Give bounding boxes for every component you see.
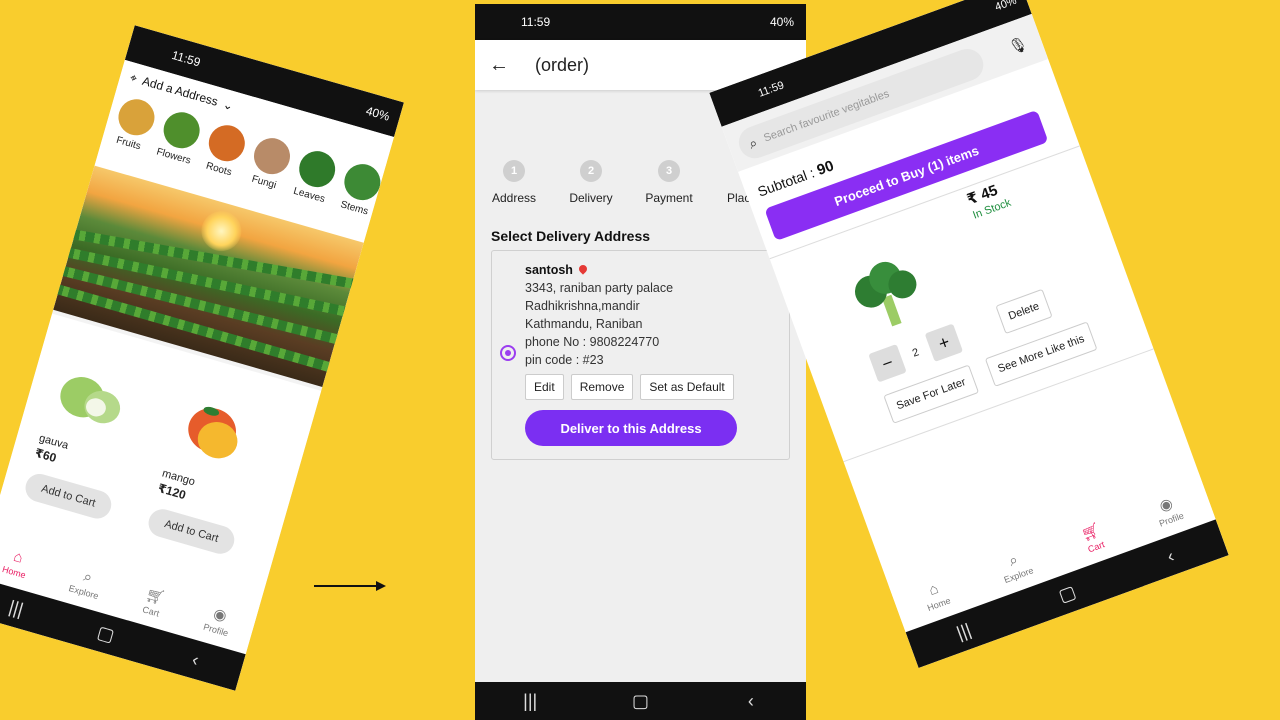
search-icon: ⌕	[81, 567, 95, 587]
nav-home[interactable]: ⌂ Home	[1, 545, 32, 579]
status-time: 11:59	[521, 15, 551, 29]
back-arrow-icon[interactable]: ←	[489, 54, 509, 77]
quantity-value: 2	[910, 346, 921, 360]
address-card: santosh 3343, raniban party palace Radhi…	[491, 250, 790, 460]
deliver-to-address-button[interactable]: Deliver to this Address	[525, 410, 737, 446]
recent-apps-icon[interactable]: |||	[510, 691, 550, 712]
status-battery: 40%	[769, 15, 794, 29]
edit-button[interactable]: Edit	[525, 374, 564, 400]
increase-quantity-button[interactable]: +	[924, 323, 964, 362]
location-pin-icon: ⌖	[128, 69, 139, 86]
status-time: 11:59	[756, 79, 786, 100]
step-payment: 3 Payment	[643, 160, 695, 205]
home-button-icon[interactable]: ▢	[84, 618, 128, 649]
address-line1: 3343, raniban party palace	[525, 281, 674, 295]
nav-cart[interactable]: 🛒︎ Cart	[1079, 520, 1107, 555]
set-default-button[interactable]: Set as Default	[640, 374, 734, 400]
step-address: 1 Address	[491, 160, 537, 205]
back-icon[interactable]: ‹	[173, 644, 217, 675]
see-more-like-this-button[interactable]: See More Like this	[984, 321, 1098, 387]
page-title: (order)	[535, 54, 590, 75]
sun-glow	[196, 206, 247, 256]
search-icon: ⌕	[1006, 550, 1021, 570]
nav-explore[interactable]: ⌕ Explore	[68, 564, 105, 600]
step-delivery: 2 Delivery	[567, 160, 615, 205]
address-name: santosh	[525, 263, 573, 277]
category-stems-image	[339, 159, 385, 205]
home-button-icon[interactable]: ▢	[1045, 577, 1090, 610]
profile-icon: ◉	[1157, 494, 1176, 516]
home-icon: ⌂	[11, 547, 26, 567]
nav-explore[interactable]: ⌕ Explore	[996, 547, 1035, 585]
category-stems[interactable]: Stems	[328, 159, 385, 245]
status-bar: 11:59 40%	[475, 4, 806, 40]
decrease-quantity-button[interactable]: −	[868, 344, 907, 383]
section-heading: Select Delivery Address	[491, 228, 651, 244]
profile-icon: ◉	[211, 605, 229, 626]
back-icon[interactable]: ‹	[731, 691, 771, 712]
category-flowers-image	[158, 107, 204, 153]
guava-image	[60, 377, 121, 424]
home-icon: ⌂	[926, 579, 941, 599]
location-pin-icon	[577, 263, 589, 275]
category-leaves-image	[294, 146, 339, 192]
category-fungi-image	[249, 133, 294, 179]
nav-home[interactable]: ⌂ Home	[919, 577, 952, 613]
chevron-down-icon: ⌄	[221, 97, 236, 114]
remove-button[interactable]: Remove	[570, 374, 634, 400]
broccoli-image	[854, 261, 917, 327]
recent-apps-icon[interactable]: |||	[941, 615, 986, 648]
address-line2: Radhikrishna,mandir	[525, 299, 640, 313]
status-time: 11:59	[170, 47, 203, 70]
back-icon[interactable]: ‹	[1148, 539, 1193, 572]
address-details: santosh 3343, raniban party palace Radhi…	[525, 261, 673, 369]
address-line3: Kathmandu, Raniban	[525, 317, 643, 331]
nav-profile[interactable]: ◉ Profile	[202, 602, 235, 638]
status-battery: 40%	[993, 0, 1019, 14]
delete-button[interactable]: Delete	[995, 288, 1053, 335]
system-navigation-bar: ||| ▢ ‹	[475, 682, 806, 720]
search-icon: ⌕	[746, 133, 760, 152]
category-fruits-image	[113, 94, 159, 140]
category-roots-image	[204, 120, 249, 166]
mango-image	[188, 406, 238, 459]
address-actions: Edit Remove Set as Default	[525, 374, 734, 400]
address-radio[interactable]	[500, 345, 516, 361]
nav-cart[interactable]: 🛒︎ Cart	[140, 585, 167, 619]
recent-apps-icon[interactable]: |||	[0, 593, 38, 624]
address-pin: pin code : #23	[525, 353, 604, 367]
home-button-icon[interactable]: ▢	[620, 691, 660, 712]
nav-profile[interactable]: ◉ Profile	[1151, 492, 1185, 529]
status-battery: 40%	[364, 103, 392, 124]
cart-icon: 🛒︎	[143, 585, 167, 608]
address-phone: phone No : 9808224770	[525, 335, 660, 349]
flow-arrow-icon	[314, 581, 386, 591]
